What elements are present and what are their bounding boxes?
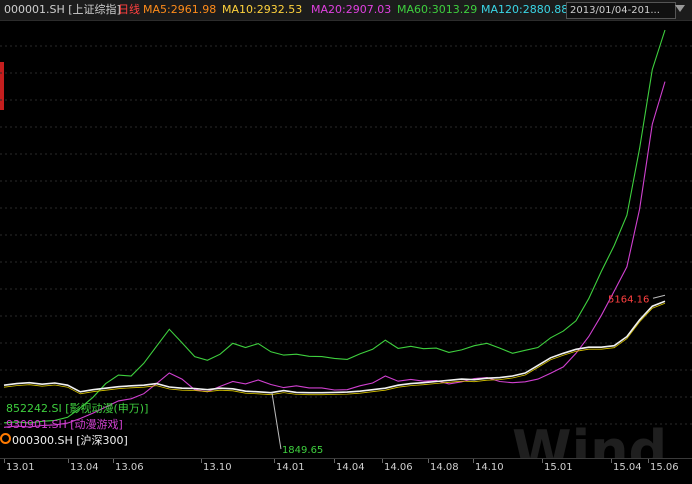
- x-tick-label: 14.08: [430, 462, 459, 473]
- min-value-pointer: [271, 392, 282, 450]
- period-label[interactable]: 日线: [118, 3, 140, 17]
- x-tick-label: 13.10: [203, 462, 232, 473]
- series-marker-icon: [0, 433, 11, 444]
- ma10-indicator: MA10:2932.53: [222, 3, 303, 16]
- ma20-indicator: MA20:2907.03: [311, 3, 392, 16]
- series-line-2: [3, 300, 666, 394]
- x-tick-mark: [201, 459, 202, 463]
- legend-series-930901[interactable]: 930901.SH [动漫游戏]: [6, 416, 123, 432]
- x-tick-mark: [611, 459, 612, 463]
- chart-header-bar: 000001.SH [上证综指] 日线 MA5:2961.98 MA10:293…: [0, 0, 692, 21]
- ma120-indicator: MA120:2880.88: [481, 3, 569, 16]
- date-range-selector[interactable]: 2013/01/04-201...: [566, 2, 676, 19]
- wind-watermark: Wind: [512, 419, 667, 458]
- x-tick-label: 15.04: [613, 462, 642, 473]
- date-range-text: 2013/01/04-201...: [570, 5, 660, 16]
- x-tick-mark: [274, 459, 275, 463]
- legend-series-000300[interactable]: 000300.SH [沪深300]: [12, 432, 128, 448]
- x-axis: 13.01 13.04 13.06 13.10 14.01 14.04 14.06 14.08…: [0, 458, 692, 484]
- x-tick-label: 15.01: [544, 462, 573, 473]
- x-tick-mark: [473, 459, 474, 463]
- max-value-pointer: [652, 294, 666, 299]
- x-tick-mark: [68, 459, 69, 463]
- x-tick-mark: [648, 459, 649, 463]
- x-tick-label: 14.04: [336, 462, 365, 473]
- max-value-label: 5164.16: [608, 294, 649, 305]
- ma60-indicator: MA60:3013.29: [397, 3, 478, 16]
- x-tick-label: 15.06: [650, 462, 679, 473]
- x-tick-mark: [4, 459, 5, 463]
- x-tick-label: 14.01: [276, 462, 305, 473]
- x-tick-label: 14.06: [384, 462, 413, 473]
- x-tick-label: 14.10: [475, 462, 504, 473]
- x-tick-mark: [334, 459, 335, 463]
- min-value-label: 1849.65: [282, 445, 323, 456]
- x-tick-mark: [113, 459, 114, 463]
- dropdown-arrow-icon[interactable]: [675, 5, 685, 12]
- series-ma-line: [3, 302, 666, 396]
- series-lines: [3, 29, 666, 428]
- x-tick-mark: [542, 459, 543, 463]
- symbol-label[interactable]: 000001.SH [上证综指]: [4, 3, 121, 17]
- ma5-indicator: MA5:2961.98: [143, 3, 217, 16]
- x-tick-label: 13.04: [70, 462, 99, 473]
- chart-grid: [0, 45, 692, 425]
- series-line-1: [3, 81, 666, 428]
- x-tick-label: 13.06: [115, 462, 144, 473]
- x-tick-mark: [428, 459, 429, 463]
- price-chart[interactable]: Wind 5164.16 1849.65: [0, 21, 692, 458]
- legend-series-852242[interactable]: 852242.SI [影视动漫(申万)]: [6, 400, 148, 416]
- watermark-text: Wind: [512, 419, 667, 458]
- x-tick-label: 13.01: [6, 462, 35, 473]
- x-tick-mark: [382, 459, 383, 463]
